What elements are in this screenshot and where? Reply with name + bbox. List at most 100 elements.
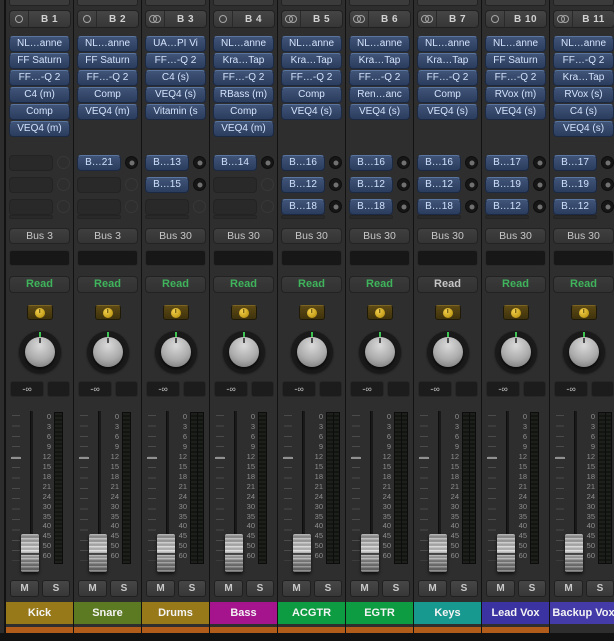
automation-mode-button[interactable]: Read — [349, 276, 410, 293]
pan-knob[interactable] — [155, 331, 197, 373]
mute-button[interactable]: M — [282, 580, 311, 597]
volume-fader[interactable] — [225, 534, 243, 572]
channel-format[interactable] — [486, 11, 505, 27]
send-level-knob[interactable] — [601, 156, 614, 169]
send-level-knob[interactable] — [329, 178, 342, 191]
plugin-slot-button[interactable]: RBass (m) — [213, 87, 274, 103]
track-name-tab[interactable]: Lead Vox — [482, 602, 549, 624]
pan-knob[interactable] — [427, 331, 469, 373]
send-slot-empty[interactable] — [9, 155, 53, 171]
volume-fader[interactable] — [497, 534, 515, 572]
channel-format[interactable] — [146, 11, 165, 27]
plugin-slot-button[interactable]: FF…-Q 2 — [281, 70, 342, 86]
plugin-slot-button[interactable]: FF…-Q 2 — [349, 70, 410, 86]
volume-db-display[interactable]: -∞ — [10, 381, 44, 397]
plugin-slot-button[interactable]: NL…anne — [213, 36, 274, 52]
automation-mode-button[interactable]: Read — [281, 276, 342, 293]
send-level-knob[interactable] — [329, 156, 342, 169]
solo-button[interactable]: S — [246, 580, 274, 597]
sends-overflow-bar[interactable] — [145, 215, 189, 219]
send-slot-button[interactable]: B…12 — [485, 199, 529, 215]
peak-level-display[interactable] — [47, 381, 70, 397]
peak-level-display[interactable] — [251, 381, 274, 397]
plugin-slot-button[interactable]: FF Saturn — [77, 53, 138, 69]
plugin-slot-button[interactable]: C4 (s) — [145, 70, 206, 86]
pan-knob[interactable] — [19, 331, 61, 373]
group-slot[interactable] — [553, 250, 614, 266]
channel-format[interactable] — [554, 11, 573, 27]
sends-overflow-bar[interactable] — [485, 215, 529, 219]
mute-button[interactable]: M — [350, 580, 379, 597]
pan-knob-cap[interactable] — [161, 337, 191, 367]
send-slot-button[interactable]: B…18 — [417, 199, 461, 215]
mute-button[interactable]: M — [486, 580, 515, 597]
track-name-tab[interactable]: Drums — [142, 602, 209, 624]
plugin-slot-button[interactable]: C4 (m) — [9, 87, 70, 103]
output-bus-button[interactable]: Bus 30 — [485, 228, 546, 244]
plugin-slot-button[interactable]: UA…PI Vi — [145, 36, 206, 52]
plugin-slot-button[interactable]: Kra…Tap — [553, 70, 614, 86]
sends-overflow-bar[interactable] — [77, 215, 121, 219]
group-slot[interactable] — [145, 250, 206, 266]
pan-knob[interactable] — [495, 331, 537, 373]
send-slot-button[interactable]: B…19 — [485, 177, 529, 193]
pan-knob-cap[interactable] — [93, 337, 123, 367]
solo-button[interactable]: S — [178, 580, 206, 597]
plugin-slot-button[interactable]: Comp — [281, 87, 342, 103]
automation-mode-button[interactable]: Read — [77, 276, 138, 293]
group-slot[interactable] — [9, 250, 70, 266]
sends-overflow-bar[interactable] — [9, 215, 53, 219]
volume-fader[interactable] — [21, 534, 39, 572]
peak-level-display[interactable] — [115, 381, 138, 397]
channel-format[interactable] — [78, 11, 97, 27]
pan-knob-cap[interactable] — [229, 337, 259, 367]
send-level-knob[interactable] — [601, 178, 614, 191]
solo-button[interactable]: S — [110, 580, 138, 597]
input-format-button[interactable]: B 11 — [553, 10, 614, 28]
group-slot[interactable] — [485, 250, 546, 266]
send-level-knob[interactable] — [465, 156, 478, 169]
automation-mode-button[interactable]: Read — [485, 276, 546, 293]
solo-button[interactable]: S — [42, 580, 70, 597]
pan-knob-cap[interactable] — [569, 337, 599, 367]
plugin-slot-button[interactable]: VEQ4 (s) — [145, 87, 206, 103]
send-slot-empty[interactable] — [213, 177, 257, 193]
send-level-knob[interactable] — [533, 156, 546, 169]
plugin-slot-button[interactable]: VEQ4 (s) — [553, 121, 614, 137]
pan-knob-cap[interactable] — [25, 337, 55, 367]
mute-button[interactable]: M — [78, 580, 107, 597]
automation-mode-button[interactable]: Read — [213, 276, 274, 293]
plugin-slot-button[interactable]: FF Saturn — [9, 53, 70, 69]
plugin-slot-button[interactable]: VEQ4 (m) — [213, 121, 274, 137]
send-level-knob[interactable] — [329, 200, 342, 213]
output-bus-button[interactable]: Bus 3 — [77, 228, 138, 244]
mute-button[interactable]: M — [10, 580, 39, 597]
plugin-slot-button[interactable]: Kra…Tap — [213, 53, 274, 69]
volume-db-display[interactable]: -∞ — [554, 381, 588, 397]
plugin-slot-button[interactable]: VEQ4 (s) — [281, 104, 342, 120]
group-slot[interactable] — [417, 250, 478, 266]
send-level-knob[interactable] — [261, 156, 274, 169]
plugin-slot-button[interactable]: RVox (m) — [485, 87, 546, 103]
send-slot-button[interactable]: B…18 — [349, 199, 393, 215]
plugin-slot-button[interactable]: NL…anne — [281, 36, 342, 52]
send-slot-button[interactable]: B…17 — [485, 155, 529, 171]
peak-level-display[interactable] — [183, 381, 206, 397]
send-slot-button[interactable]: B…12 — [349, 177, 393, 193]
volume-db-display[interactable]: -∞ — [78, 381, 112, 397]
peak-level-display[interactable] — [591, 381, 614, 397]
channel-format[interactable] — [10, 11, 29, 27]
pan-knob-cap[interactable] — [365, 337, 395, 367]
pan-knob[interactable] — [87, 331, 129, 373]
plugin-slot-button[interactable]: NL…anne — [553, 36, 614, 52]
peak-level-display[interactable] — [455, 381, 478, 397]
group-slot[interactable] — [349, 250, 410, 266]
output-bus-button[interactable]: Bus 3 — [9, 228, 70, 244]
automation-mode-button[interactable]: Read — [145, 276, 206, 293]
plugin-slot-button[interactable]: VEQ4 (m) — [9, 121, 70, 137]
send-level-knob[interactable] — [125, 156, 138, 169]
send-slot-button[interactable]: B…21 — [77, 155, 121, 171]
solo-button[interactable]: S — [518, 580, 546, 597]
send-slot-empty[interactable] — [213, 199, 257, 215]
automation-mode-button[interactable]: Read — [9, 276, 70, 293]
